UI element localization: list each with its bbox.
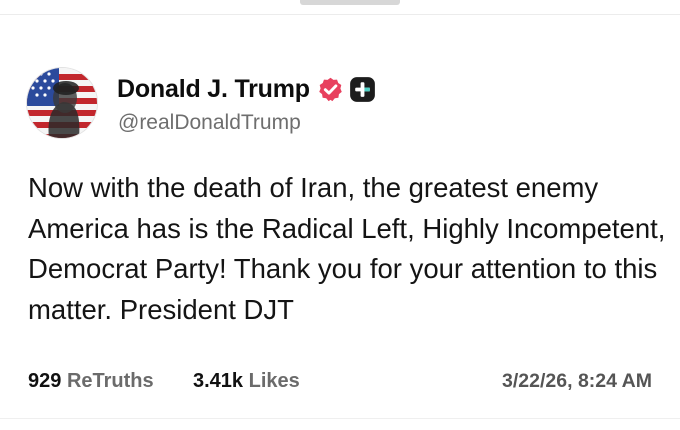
plus-badge-icon — [349, 76, 375, 102]
retruths-count: 929 — [28, 370, 62, 392]
retruths-label: ReTruths — [66, 370, 154, 392]
likes-stat[interactable]: 3.41k Likes — [193, 370, 300, 393]
likes-count: 3.41k — [193, 370, 244, 392]
post-stats-bar: 929 ReTruths 3.41k Likes 3/22/26, 8:24 A… — [28, 367, 652, 397]
avatar[interactable] — [27, 68, 97, 138]
author-display-name[interactable]: Donald J. Trump — [117, 75, 310, 104]
avatar-image — [27, 68, 97, 138]
post-card: Donald J. Trump @realDonaldTrump Now wit… — [0, 0, 680, 430]
verified-badge-icon — [319, 77, 342, 101]
divider — [0, 418, 680, 419]
author-handle[interactable]: @realDonaldTrump — [118, 111, 301, 135]
retruths-stat[interactable]: 929 ReTruths — [28, 370, 154, 393]
author-name-row: Donald J. Trump — [117, 72, 376, 106]
post-timestamp: 3/22/26, 8:24 AM — [502, 370, 652, 392]
post-body-text: Now with the death of Iran, the greatest… — [28, 172, 666, 325]
likes-label: Likes — [248, 370, 300, 392]
